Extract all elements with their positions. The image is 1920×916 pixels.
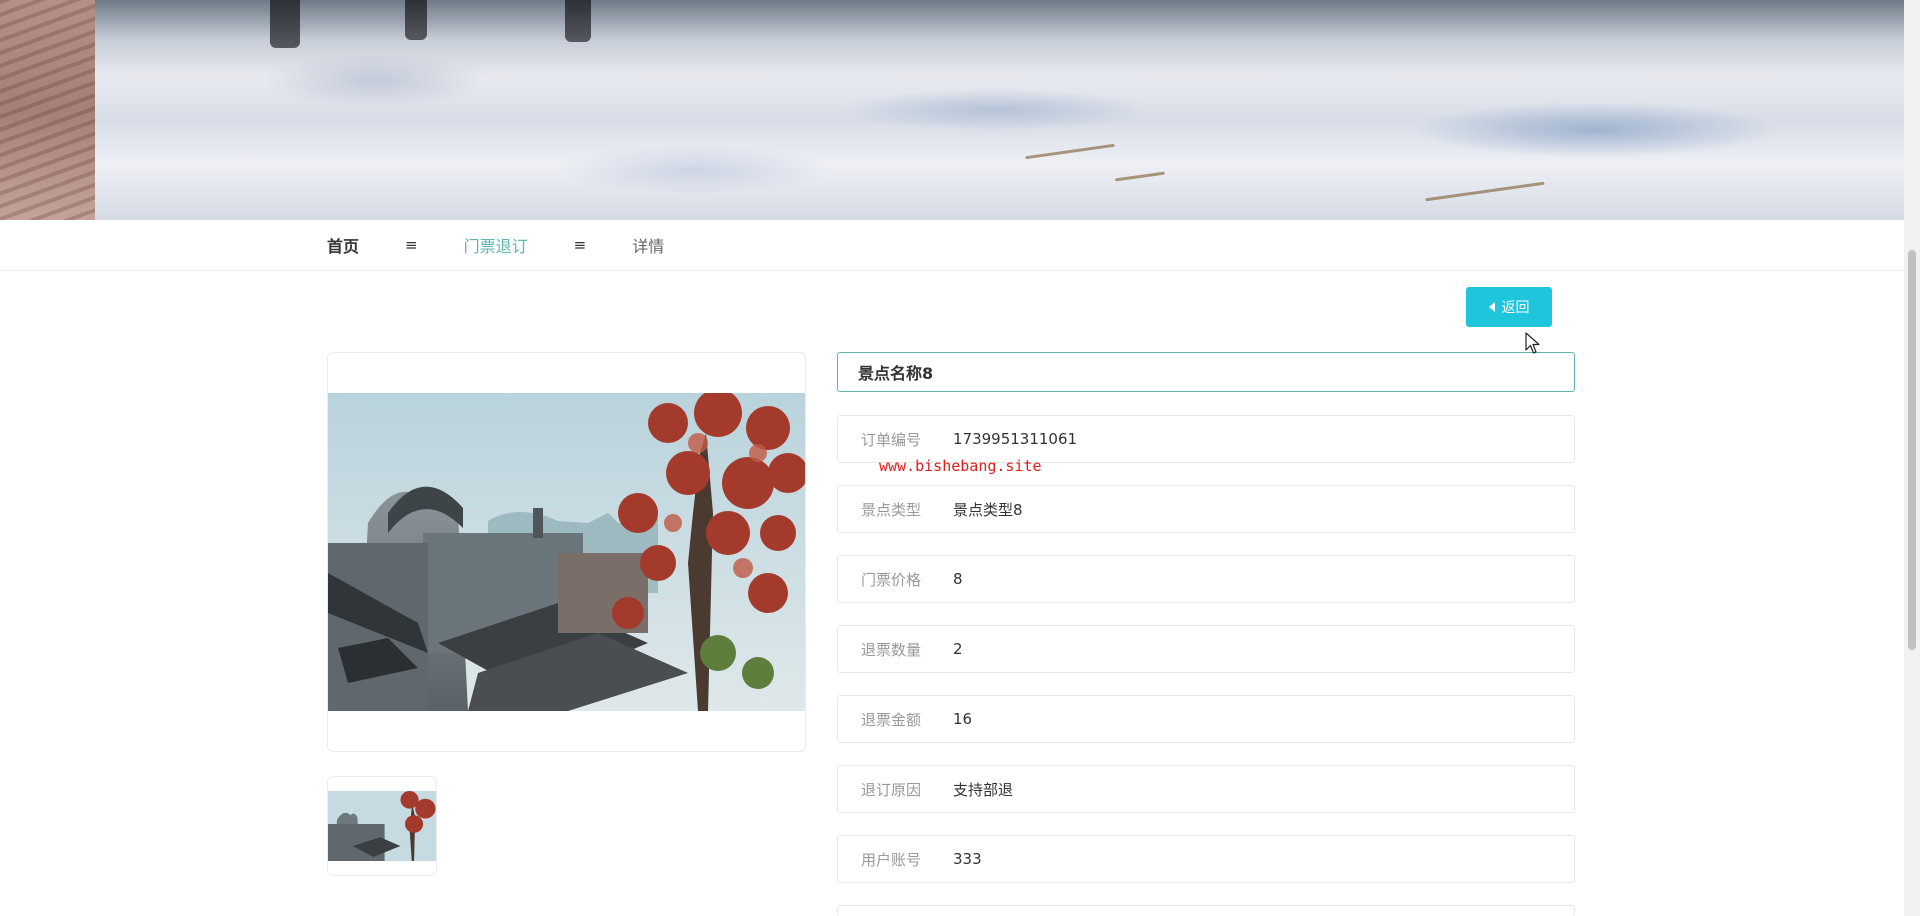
breadcrumb-separator-icon: ≡	[573, 236, 587, 254]
field-label: 景点类型	[861, 500, 922, 519]
thumbnail-image	[328, 791, 436, 861]
scenic-spot-image	[328, 393, 805, 711]
field-value: 16	[953, 710, 973, 728]
field-value: 支持部退	[953, 780, 1014, 799]
page: 首页 ≡ 门票退订 ≡ 详情 返回 景点名称8 订单编号 17399513110…	[0, 0, 1920, 916]
watermark-text: www.bishebang.site	[879, 457, 1042, 475]
field-ticket-price: 门票价格 8	[837, 555, 1575, 603]
back-button-label: 返回	[1501, 299, 1530, 315]
snow-landscape-image	[95, 0, 1904, 220]
thumbnail-item[interactable]	[327, 776, 437, 876]
main-image-frame	[327, 352, 806, 752]
mouse-cursor-icon	[1525, 332, 1540, 354]
field-label: 订单编号	[861, 430, 922, 449]
field-value: 8	[953, 570, 963, 588]
breadcrumb-bar: 首页 ≡ 门票退订 ≡ 详情	[0, 220, 1904, 271]
scenic-spot-name: 景点名称8	[837, 352, 1575, 392]
breadcrumb-separator-icon: ≡	[405, 236, 418, 254]
breadcrumb-home-link[interactable]: 首页	[327, 233, 359, 257]
caret-left-icon	[1488, 302, 1495, 312]
banner-left-strip	[0, 0, 95, 220]
field-label: 门票价格	[861, 570, 922, 589]
field-refund-amount: 退票金额 16	[837, 695, 1575, 743]
field-refund-quantity: 退票数量 2	[837, 625, 1575, 673]
field-label: 退票数量	[861, 640, 922, 659]
back-button[interactable]: 返回	[1466, 287, 1552, 327]
field-next-partial	[837, 905, 1575, 916]
field-label: 用户账号	[861, 850, 922, 869]
field-value: 333	[953, 850, 982, 868]
field-refund-reason: 退订原因 支持部退	[837, 765, 1575, 813]
page-scrollbar[interactable]	[1904, 0, 1920, 916]
breadcrumb-detail: 详情	[632, 237, 665, 256]
scrollbar-thumb[interactable]	[1908, 250, 1916, 650]
field-label: 退票金额	[861, 710, 922, 729]
field-value: 2	[953, 640, 963, 658]
breadcrumb: 首页 ≡ 门票退订 ≡ 详情	[327, 220, 664, 270]
field-order-number: 订单编号 1739951311061	[837, 415, 1575, 463]
banner-image	[0, 0, 1904, 220]
field-label: 退订原因	[861, 780, 922, 799]
field-scenic-type: 景点类型 景点类型8	[837, 485, 1575, 533]
field-value: 景点类型8	[953, 500, 1023, 519]
field-user-account: 用户账号 333	[837, 835, 1575, 883]
field-value: 1739951311061	[953, 430, 1078, 448]
breadcrumb-ticket-refund-link[interactable]: 门票退订	[464, 233, 528, 257]
